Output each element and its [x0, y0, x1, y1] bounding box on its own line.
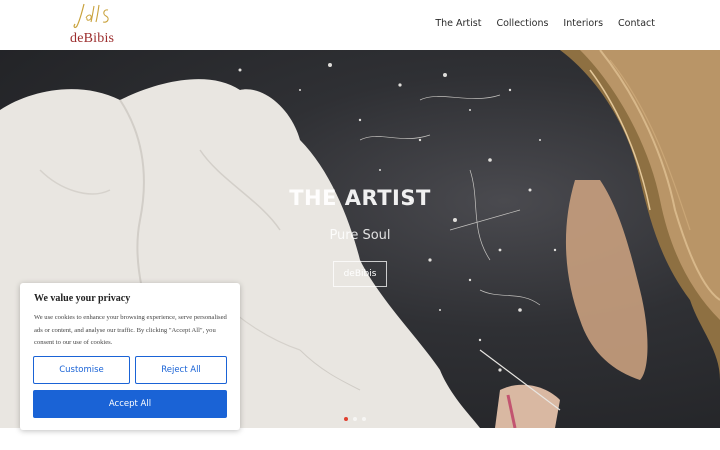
customise-button[interactable]: Customise: [33, 356, 130, 384]
cookie-text: We use cookies to enhance your browsing …: [34, 314, 227, 346]
nav-item-the-artist[interactable]: The Artist: [435, 18, 481, 29]
brand-logo[interactable]: deBibis: [68, 2, 128, 48]
nav-item-collections[interactable]: Collections: [496, 18, 548, 29]
site-header: deBibis The Artist Collections Interiors…: [0, 0, 720, 50]
nav-item-interiors[interactable]: Interiors: [563, 18, 603, 29]
slider-dot[interactable]: [353, 417, 357, 421]
cookie-title: We value your privacy: [34, 293, 131, 304]
brand-wordmark: deBibis: [70, 31, 115, 46]
nav-item-contact[interactable]: Contact: [618, 18, 655, 29]
hero-subtitle: Pure Soul: [329, 228, 391, 243]
hero-cta-button[interactable]: deBibis: [333, 261, 387, 287]
signature-logo-icon: [73, 3, 109, 29]
slider-dot[interactable]: [344, 417, 348, 421]
hero-title: THE ARTIST: [289, 186, 431, 210]
main-nav: The Artist Collections Interiors Contact: [435, 18, 655, 29]
slider-dot[interactable]: [362, 417, 366, 421]
cookie-consent-banner: We value your privacy We use cookies to …: [20, 283, 240, 430]
accept-all-button[interactable]: Accept All: [33, 390, 227, 418]
slider-dots: [344, 417, 366, 421]
reject-all-button[interactable]: Reject All: [135, 356, 227, 384]
